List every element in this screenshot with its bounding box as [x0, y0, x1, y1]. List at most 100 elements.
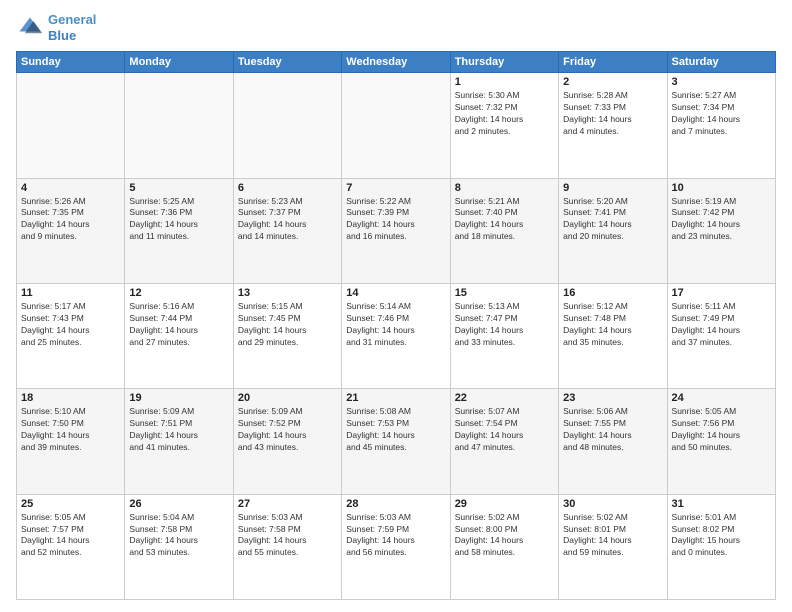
weekday-header-friday: Friday	[559, 52, 667, 73]
day-number: 4	[21, 182, 120, 194]
calendar-cell: 25Sunrise: 5:05 AM Sunset: 7:57 PM Dayli…	[17, 494, 125, 599]
calendar-cell: 12Sunrise: 5:16 AM Sunset: 7:44 PM Dayli…	[125, 283, 233, 388]
calendar-cell: 3 Sunrise: 5:27 AM Sunset: 7:34 PM Daylig…	[667, 73, 775, 178]
weekday-header-tuesday: Tuesday	[233, 52, 341, 73]
calendar-cell: 22Sunrise: 5:07 AM Sunset: 7:54 PM Dayli…	[450, 389, 558, 494]
day-info: Sunrise: 5:05 AM Sunset: 7:57 PM Dayligh…	[21, 512, 120, 560]
calendar-cell: 16Sunrise: 5:12 AM Sunset: 7:48 PM Dayli…	[559, 283, 667, 388]
calendar-cell: 4 Sunrise: 5:26 AM Sunset: 7:35 PM Daylig…	[17, 178, 125, 283]
header: General Blue	[16, 12, 776, 43]
day-number: 14	[346, 287, 445, 299]
day-number: 29	[455, 498, 554, 510]
weekday-header-monday: Monday	[125, 52, 233, 73]
calendar-cell: 9 Sunrise: 5:20 AM Sunset: 7:41 PM Daylig…	[559, 178, 667, 283]
calendar-cell: 11 Sunrise: 5:17 AM Sunset: 7:43 PM Dayli…	[17, 283, 125, 388]
calendar-cell: 27 Sunrise: 5:03 AM Sunset: 7:58 PM Dayli…	[233, 494, 341, 599]
day-number: 30	[563, 498, 662, 510]
weekday-header-saturday: Saturday	[667, 52, 775, 73]
day-info: Sunrise: 5:14 AM Sunset: 7:46 PM Dayligh…	[346, 301, 445, 349]
day-info: Sunrise: 5:21 AM Sunset: 7:40 PM Dayligh…	[455, 196, 554, 244]
day-number: 1	[455, 76, 554, 88]
calendar-cell: 30 Sunrise: 5:02 AM Sunset: 8:01 PM Dayli…	[559, 494, 667, 599]
day-info: Sunrise: 5:17 AM Sunset: 7:43 PM Dayligh…	[21, 301, 120, 349]
weekday-header-sunday: Sunday	[17, 52, 125, 73]
day-number: 17	[672, 287, 771, 299]
calendar-cell: 20 Sunrise: 5:09 AM Sunset: 7:52 PM Dayli…	[233, 389, 341, 494]
day-info: Sunrise: 5:08 AM Sunset: 7:53 PM Dayligh…	[346, 406, 445, 454]
weekday-header-wednesday: Wednesday	[342, 52, 450, 73]
calendar-cell: 8 Sunrise: 5:21 AM Sunset: 7:40 PM Daylig…	[450, 178, 558, 283]
day-number: 2	[563, 76, 662, 88]
day-number: 15	[455, 287, 554, 299]
day-number: 11	[21, 287, 120, 299]
calendar-cell: 1 Sunrise: 5:30 AM Sunset: 7:32 PM Daylig…	[450, 73, 558, 178]
calendar-cell: 29 Sunrise: 5:02 AM Sunset: 8:00 PM Dayli…	[450, 494, 558, 599]
calendar-cell: 28 Sunrise: 5:03 AM Sunset: 7:59 PM Dayli…	[342, 494, 450, 599]
day-info: Sunrise: 5:28 AM Sunset: 7:33 PM Dayligh…	[563, 90, 662, 138]
day-number: 6	[238, 182, 337, 194]
day-info: Sunrise: 5:03 AM Sunset: 7:59 PM Dayligh…	[346, 512, 445, 560]
day-info: Sunrise: 5:02 AM Sunset: 8:01 PM Dayligh…	[563, 512, 662, 560]
calendar-cell	[17, 73, 125, 178]
day-number: 13	[238, 287, 337, 299]
weekday-header-thursday: Thursday	[450, 52, 558, 73]
day-info: Sunrise: 5:04 AM Sunset: 7:58 PM Dayligh…	[129, 512, 228, 560]
calendar-cell	[233, 73, 341, 178]
day-number: 9	[563, 182, 662, 194]
day-number: 19	[129, 392, 228, 404]
day-number: 3	[672, 76, 771, 88]
day-number: 8	[455, 182, 554, 194]
day-number: 23	[563, 392, 662, 404]
day-number: 24	[672, 392, 771, 404]
day-number: 7	[346, 182, 445, 194]
calendar-cell: 15 Sunrise: 5:13 AM Sunset: 7:47 PM Dayli…	[450, 283, 558, 388]
calendar-cell: 24Sunrise: 5:05 AM Sunset: 7:56 PM Dayli…	[667, 389, 775, 494]
day-number: 21	[346, 392, 445, 404]
day-info: Sunrise: 5:12 AM Sunset: 7:48 PM Dayligh…	[563, 301, 662, 349]
calendar-cell: 14 Sunrise: 5:14 AM Sunset: 7:46 PM Dayli…	[342, 283, 450, 388]
day-info: Sunrise: 5:01 AM Sunset: 8:02 PM Dayligh…	[672, 512, 771, 560]
calendar-cell: 31 Sunrise: 5:01 AM Sunset: 8:02 PM Dayli…	[667, 494, 775, 599]
day-info: Sunrise: 5:20 AM Sunset: 7:41 PM Dayligh…	[563, 196, 662, 244]
calendar-cell: 13Sunrise: 5:15 AM Sunset: 7:45 PM Dayli…	[233, 283, 341, 388]
day-info: Sunrise: 5:22 AM Sunset: 7:39 PM Dayligh…	[346, 196, 445, 244]
day-info: Sunrise: 5:19 AM Sunset: 7:42 PM Dayligh…	[672, 196, 771, 244]
calendar-cell: 21 Sunrise: 5:08 AM Sunset: 7:53 PM Dayli…	[342, 389, 450, 494]
day-info: Sunrise: 5:10 AM Sunset: 7:50 PM Dayligh…	[21, 406, 120, 454]
day-number: 31	[672, 498, 771, 510]
calendar-cell: 2 Sunrise: 5:28 AM Sunset: 7:33 PM Daylig…	[559, 73, 667, 178]
day-number: 5	[129, 182, 228, 194]
day-info: Sunrise: 5:06 AM Sunset: 7:55 PM Dayligh…	[563, 406, 662, 454]
day-number: 27	[238, 498, 337, 510]
calendar-cell: 10Sunrise: 5:19 AM Sunset: 7:42 PM Dayli…	[667, 178, 775, 283]
logo-icon	[16, 14, 44, 42]
day-number: 20	[238, 392, 337, 404]
calendar-cell: 26Sunrise: 5:04 AM Sunset: 7:58 PM Dayli…	[125, 494, 233, 599]
calendar-cell: 23 Sunrise: 5:06 AM Sunset: 7:55 PM Dayli…	[559, 389, 667, 494]
calendar-cell: 7 Sunrise: 5:22 AM Sunset: 7:39 PM Daylig…	[342, 178, 450, 283]
calendar-cell: 6Sunrise: 5:23 AM Sunset: 7:37 PM Daylig…	[233, 178, 341, 283]
week-row-5: 25Sunrise: 5:05 AM Sunset: 7:57 PM Dayli…	[17, 494, 776, 599]
day-number: 28	[346, 498, 445, 510]
day-number: 18	[21, 392, 120, 404]
calendar-cell	[342, 73, 450, 178]
week-row-3: 11 Sunrise: 5:17 AM Sunset: 7:43 PM Dayli…	[17, 283, 776, 388]
day-info: Sunrise: 5:02 AM Sunset: 8:00 PM Dayligh…	[455, 512, 554, 560]
calendar-cell: 17Sunrise: 5:11 AM Sunset: 7:49 PM Dayli…	[667, 283, 775, 388]
weekday-header-row: SundayMondayTuesdayWednesdayThursdayFrid…	[17, 52, 776, 73]
calendar-cell: 18 Sunrise: 5:10 AM Sunset: 7:50 PM Dayli…	[17, 389, 125, 494]
calendar-cell: 5 Sunrise: 5:25 AM Sunset: 7:36 PM Daylig…	[125, 178, 233, 283]
day-info: Sunrise: 5:09 AM Sunset: 7:52 PM Dayligh…	[238, 406, 337, 454]
calendar-table: SundayMondayTuesdayWednesdayThursdayFrid…	[16, 51, 776, 600]
day-info: Sunrise: 5:30 AM Sunset: 7:32 PM Dayligh…	[455, 90, 554, 138]
day-info: Sunrise: 5:27 AM Sunset: 7:34 PM Dayligh…	[672, 90, 771, 138]
day-info: Sunrise: 5:26 AM Sunset: 7:35 PM Dayligh…	[21, 196, 120, 244]
day-info: Sunrise: 5:07 AM Sunset: 7:54 PM Dayligh…	[455, 406, 554, 454]
day-info: Sunrise: 5:25 AM Sunset: 7:36 PM Dayligh…	[129, 196, 228, 244]
week-row-1: 1 Sunrise: 5:30 AM Sunset: 7:32 PM Daylig…	[17, 73, 776, 178]
day-info: Sunrise: 5:09 AM Sunset: 7:51 PM Dayligh…	[129, 406, 228, 454]
day-info: Sunrise: 5:03 AM Sunset: 7:58 PM Dayligh…	[238, 512, 337, 560]
day-number: 12	[129, 287, 228, 299]
day-info: Sunrise: 5:13 AM Sunset: 7:47 PM Dayligh…	[455, 301, 554, 349]
week-row-2: 4 Sunrise: 5:26 AM Sunset: 7:35 PM Daylig…	[17, 178, 776, 283]
